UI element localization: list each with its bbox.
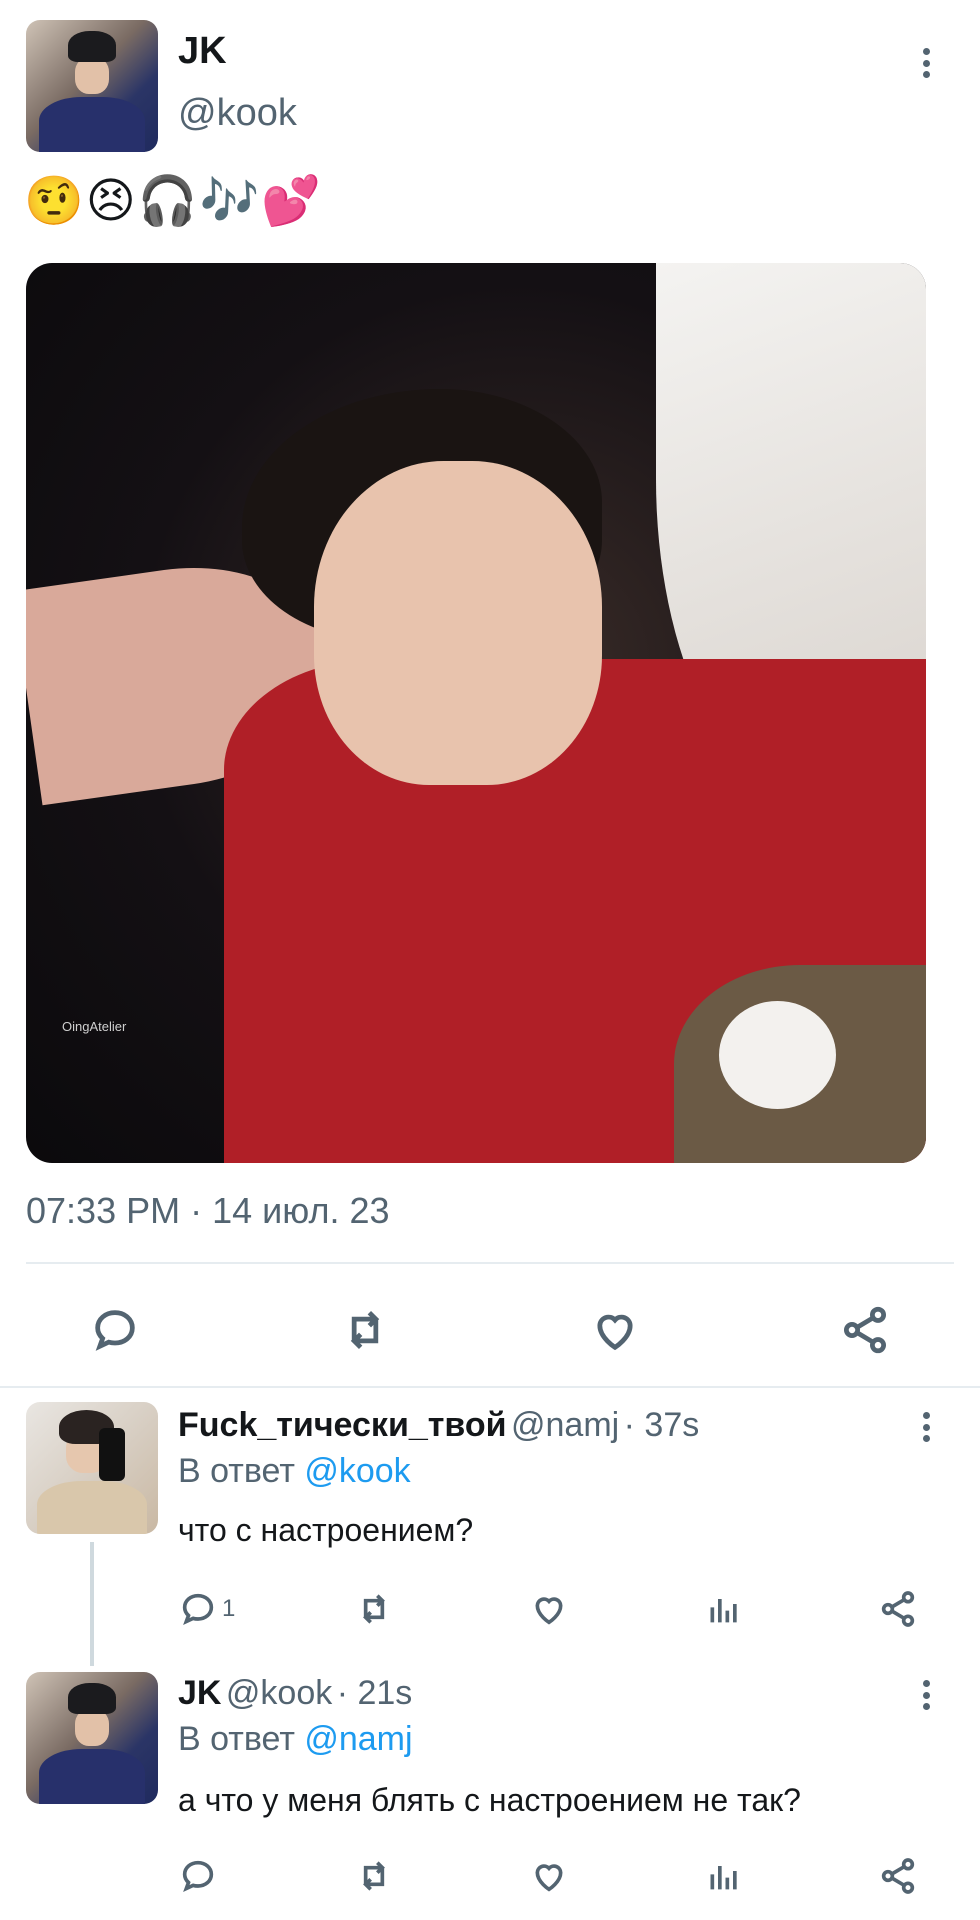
more-icon[interactable] bbox=[921, 1680, 931, 1710]
reply-time: · 37s bbox=[623, 1406, 700, 1444]
retweet-icon bbox=[363, 1861, 385, 1891]
thread-line bbox=[90, 1542, 94, 1666]
more-icon[interactable] bbox=[921, 48, 931, 78]
views-button[interactable] bbox=[700, 1852, 748, 1900]
reply-to-label: В ответ bbox=[178, 1452, 305, 1490]
reply-avatar[interactable] bbox=[26, 1672, 158, 1804]
tweet-text: 🤨😣🎧🎶💕 bbox=[24, 175, 324, 228]
share-button[interactable] bbox=[874, 1852, 922, 1900]
share-icon bbox=[881, 1591, 915, 1627]
views-icon bbox=[710, 1599, 737, 1623]
reply-to-label: В ответ bbox=[178, 1720, 305, 1758]
views-icon bbox=[710, 1866, 737, 1890]
reply-time: · 21s bbox=[336, 1674, 413, 1712]
retweet-button[interactable] bbox=[335, 1300, 395, 1360]
retweet-button[interactable] bbox=[350, 1585, 398, 1633]
reply-button[interactable] bbox=[85, 1300, 145, 1360]
tweet-timestamp[interactable]: 07:33 PM · 14 июл. 23 bbox=[26, 1190, 390, 1232]
reply-avatar[interactable] bbox=[26, 1402, 158, 1534]
like-icon bbox=[597, 1314, 633, 1351]
like-button[interactable] bbox=[525, 1585, 573, 1633]
reply-icon bbox=[95, 1310, 135, 1351]
reply-icon bbox=[182, 1860, 214, 1893]
reply-button[interactable] bbox=[178, 1852, 226, 1900]
reply-icon bbox=[182, 1593, 214, 1626]
more-icon[interactable] bbox=[921, 1412, 931, 1442]
divider bbox=[0, 1386, 980, 1388]
like-icon bbox=[535, 1597, 563, 1625]
like-button[interactable] bbox=[525, 1852, 573, 1900]
reply-author-handle[interactable]: @kook bbox=[226, 1674, 332, 1712]
reply-count: 1 bbox=[222, 1595, 236, 1622]
reply-author-name[interactable]: Fuck_тически_твой bbox=[178, 1406, 507, 1444]
tweet-media-image[interactable]: OingAtelier bbox=[26, 263, 926, 1163]
share-icon bbox=[881, 1858, 915, 1894]
reply-text: а что у меня блять с настроением не так? bbox=[178, 1782, 801, 1818]
reply-to-link[interactable]: @namj bbox=[304, 1720, 412, 1758]
divider bbox=[26, 1262, 954, 1264]
retweet-icon bbox=[350, 1310, 380, 1350]
share-icon bbox=[843, 1306, 887, 1354]
share-button[interactable] bbox=[835, 1300, 895, 1360]
media-watermark: OingAtelier bbox=[62, 1019, 127, 1034]
author-avatar[interactable] bbox=[26, 20, 158, 152]
views-button[interactable] bbox=[700, 1585, 748, 1633]
retweet-button[interactable] bbox=[350, 1852, 398, 1900]
reply-to-link[interactable]: @kook bbox=[304, 1452, 410, 1490]
like-icon bbox=[535, 1864, 563, 1892]
retweet-icon bbox=[363, 1594, 385, 1624]
reply-author-handle[interactable]: @namj bbox=[511, 1406, 619, 1444]
author-name[interactable]: JK bbox=[178, 30, 227, 73]
reply-text: что с настроением? bbox=[178, 1512, 474, 1548]
author-handle[interactable]: @kook bbox=[178, 92, 297, 135]
like-button[interactable] bbox=[585, 1300, 645, 1360]
share-button[interactable] bbox=[874, 1585, 922, 1633]
reply-button[interactable]: 1 bbox=[178, 1585, 258, 1633]
reply-author-name[interactable]: JK bbox=[178, 1674, 221, 1712]
